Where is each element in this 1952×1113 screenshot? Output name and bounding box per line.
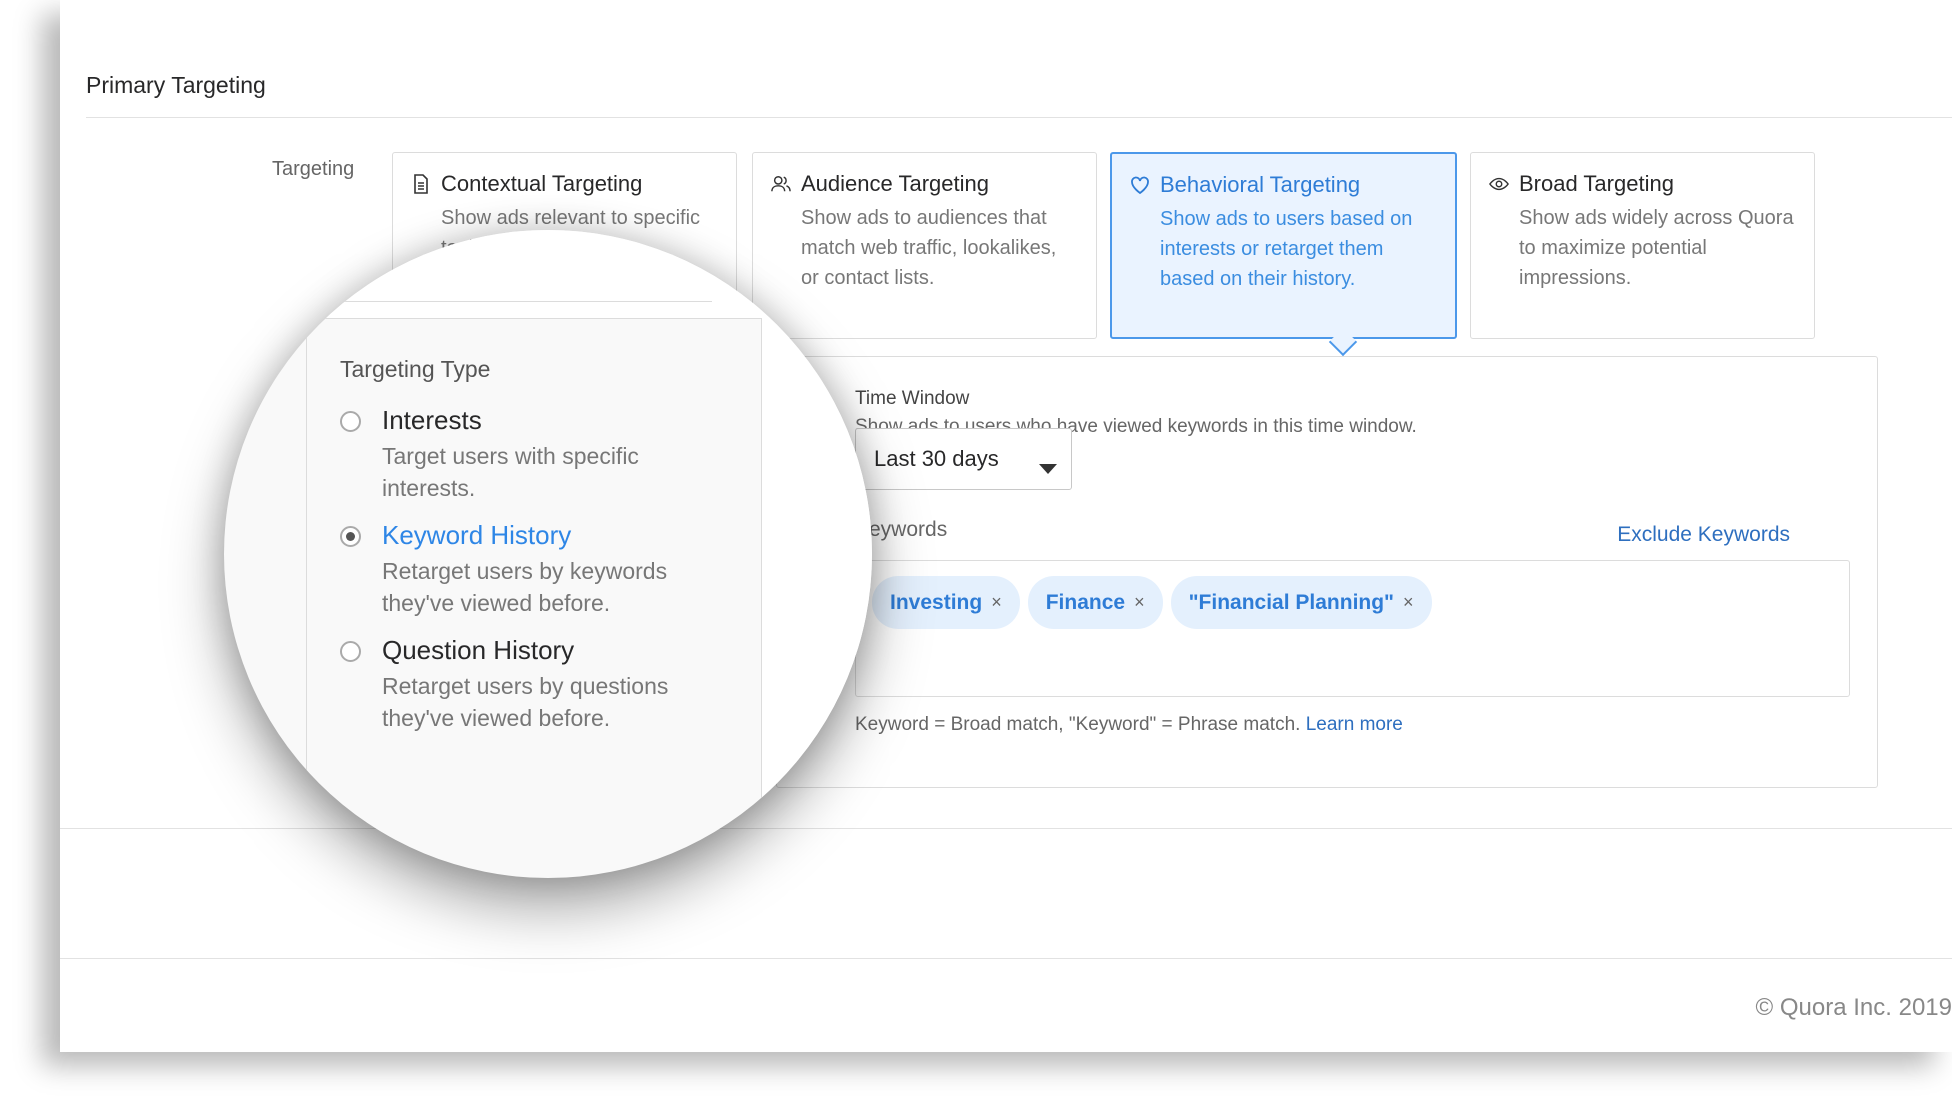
- targeting-field-label: Targeting: [272, 158, 355, 180]
- people-icon: [771, 174, 791, 194]
- card-title: Broad Targeting: [1519, 171, 1674, 196]
- heart-icon: [1130, 175, 1150, 195]
- card-title: Behavioral Targeting: [1160, 172, 1361, 197]
- keyword-chip: "Financial Planning" ×: [1170, 576, 1432, 629]
- card-title: Audience Targeting: [801, 171, 989, 196]
- section-title: Primary Targeting: [86, 72, 266, 98]
- option-interests[interactable]: Interests Target users with specific int…: [340, 405, 702, 504]
- footer-divider: [60, 958, 1952, 959]
- card-behavioral-targeting[interactable]: Behavioral Targeting Show ads to users b…: [1110, 152, 1457, 339]
- option-description: Retarget users by keywords they've viewe…: [382, 558, 668, 616]
- exclude-keywords-link[interactable]: Exclude Keywords: [1617, 523, 1790, 547]
- radio-interests[interactable]: [340, 411, 361, 432]
- option-label: Question History: [382, 635, 575, 665]
- eye-icon: [1489, 174, 1509, 194]
- keywords-hint: Keyword = Broad match, "Keyword" = Phras…: [855, 714, 1403, 736]
- remove-chip-icon[interactable]: ×: [1403, 592, 1414, 613]
- remove-chip-icon[interactable]: ×: [991, 592, 1002, 613]
- option-keyword-history[interactable]: Keyword History Retarget users by keywor…: [340, 520, 702, 619]
- targeting-type-title: Targeting Type: [340, 356, 491, 382]
- radio-keyword-history[interactable]: [340, 526, 361, 547]
- document-icon: [411, 174, 431, 194]
- card-broad-targeting[interactable]: Broad Targeting Show ads widely across Q…: [1470, 152, 1815, 339]
- option-description: Retarget users by questions they've view…: [382, 673, 669, 731]
- hint-text: Keyword = Broad match, "Keyword" = Phras…: [855, 714, 1301, 735]
- option-label: Keyword History: [382, 520, 572, 550]
- time-window-value: Last 30 days: [874, 446, 999, 471]
- keywords-input[interactable]: Investing × Finance × "Financial Plannin…: [855, 560, 1850, 697]
- magnifier-lens: Targeting Type Interests Target users wi…: [224, 230, 872, 878]
- option-description: Target users with specific interests.: [382, 443, 639, 501]
- card-title: Contextual Targeting: [441, 171, 643, 196]
- caret-down-icon: [1039, 454, 1057, 480]
- remove-chip-icon[interactable]: ×: [1134, 592, 1145, 613]
- divider: [60, 828, 1952, 829]
- keyword-chip: Finance ×: [1027, 576, 1163, 629]
- radio-question-history[interactable]: [340, 641, 361, 662]
- time-window-label: Time Window: [855, 388, 970, 409]
- chip-label: "Financial Planning": [1188, 590, 1395, 614]
- copyright: © Quora Inc. 2019: [1755, 994, 1952, 1021]
- keyword-chip: Investing ×: [872, 576, 1020, 629]
- chip-label: Investing: [890, 590, 983, 614]
- learn-more-link[interactable]: Learn more: [1306, 714, 1403, 735]
- option-label: Interests: [382, 405, 482, 435]
- card-description: Show ads widely across Quora to maximize…: [1519, 207, 1794, 289]
- time-window-select[interactable]: Last 30 days: [855, 428, 1072, 490]
- section-divider: [86, 117, 1952, 118]
- option-question-history[interactable]: Question History Retarget users by quest…: [340, 635, 702, 734]
- card-description: Show ads to users based on interests or …: [1160, 208, 1413, 290]
- chip-label: Finance: [1045, 590, 1126, 614]
